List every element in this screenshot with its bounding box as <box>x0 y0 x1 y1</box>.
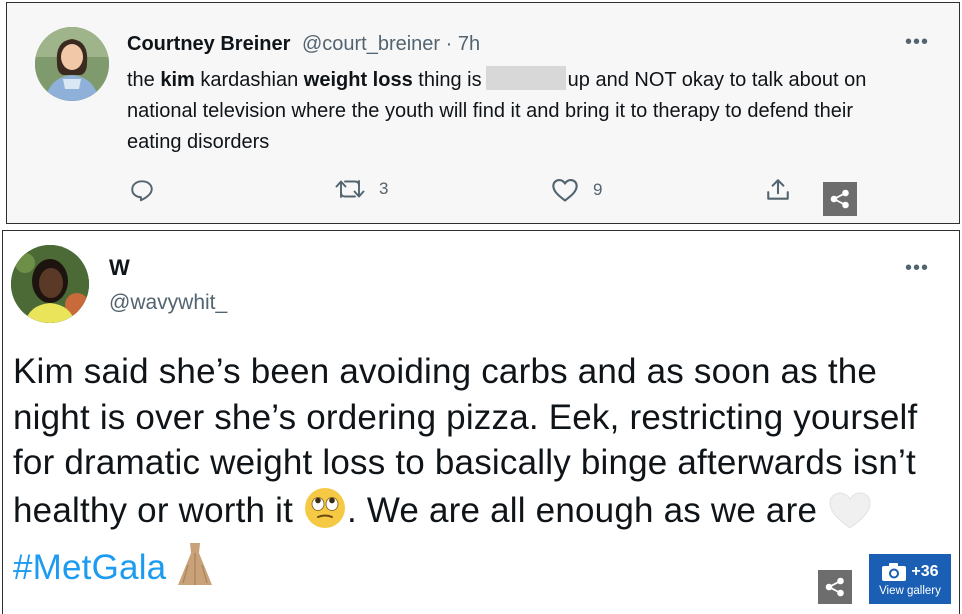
retweet-count: 3 <box>379 179 389 198</box>
avatar-image <box>11 245 89 323</box>
share-icon[interactable] <box>818 570 852 604</box>
separator-dot: · <box>440 33 458 55</box>
retweet-button[interactable]: 3 <box>335 177 388 201</box>
like-button[interactable]: 9 <box>551 177 602 203</box>
author-name[interactable]: Courtney Breiner <box>127 33 290 55</box>
gallery-label: View gallery <box>879 584 941 597</box>
tweet-card-1: Courtney Breiner @court_breiner · 7h •••… <box>6 2 960 224</box>
redaction-block <box>485 66 566 90</box>
reply-button[interactable] <box>129 177 155 203</box>
camera-icon <box>882 562 907 581</box>
tweet-card-2: W @wavywhit_ ••• Kim said she’s been avo… <box>2 230 960 614</box>
dress-emoji <box>176 541 214 599</box>
timestamp[interactable]: 7h <box>458 33 480 55</box>
retweet-icon <box>335 180 365 198</box>
avatar[interactable] <box>35 27 109 101</box>
tweet-actions: 3 9 <box>127 177 867 216</box>
like-count: 9 <box>593 180 603 199</box>
tweet-header: Courtney Breiner @court_breiner · 7h <box>127 33 480 56</box>
highlight-keyword: weight loss <box>303 69 413 91</box>
author-handle[interactable]: @wavywhit_ <box>109 291 227 315</box>
more-options-icon[interactable]: ••• <box>905 257 929 280</box>
share-tweet-button[interactable] <box>765 177 791 203</box>
avatar[interactable] <box>11 245 89 323</box>
share-upload-icon <box>767 179 789 200</box>
white-heart-emoji <box>827 490 873 542</box>
avatar-image <box>35 27 109 101</box>
author-handle[interactable]: @court_breiner <box>302 33 440 55</box>
tweet-text-part: the <box>127 69 161 91</box>
highlight-keyword: kim <box>160 69 195 91</box>
tweet-text: Kim said she’s been avoiding carbs and a… <box>13 349 943 599</box>
view-gallery-button[interactable]: +36 View gallery <box>868 553 952 605</box>
tweet-text: the kim kardashian weight loss thing is u… <box>127 65 897 158</box>
rolling-eyes-emoji <box>303 486 347 542</box>
tweet-text-part: thing is <box>412 69 482 91</box>
heart-icon <box>552 179 578 202</box>
reply-icon <box>131 180 153 202</box>
hashtag-link[interactable]: #MetGala <box>13 548 166 587</box>
tweet-text-part: kardashian <box>194 69 304 91</box>
more-options-icon[interactable]: ••• <box>905 31 929 54</box>
author-name[interactable]: W <box>109 255 130 281</box>
gallery-count: +36 <box>911 562 939 580</box>
tweet-text-part: . We are all enough as we are <box>346 490 828 530</box>
share-icon[interactable] <box>823 182 857 216</box>
